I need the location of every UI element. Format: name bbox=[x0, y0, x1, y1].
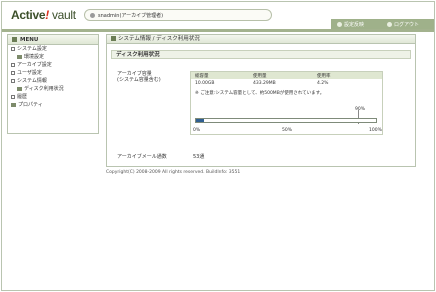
expand-icon[interactable] bbox=[11, 70, 15, 75]
properties-icon bbox=[11, 102, 16, 107]
main-panel: システム情報 / ディスク利用状況 ディスク利用状況 アーカイブ容量 (システム… bbox=[106, 34, 416, 167]
tenant-label: snadmin(アーカイブ管理者) bbox=[98, 13, 164, 19]
logout-icon bbox=[387, 22, 392, 27]
menu-header: MENU bbox=[8, 35, 98, 45]
sidebar-item-history[interactable]: 履歴 bbox=[8, 93, 98, 101]
header-divider bbox=[2, 29, 434, 32]
wrench-icon bbox=[17, 54, 22, 59]
page-icon bbox=[111, 36, 116, 41]
disk-icon bbox=[17, 86, 22, 91]
usage-gauge-fill bbox=[196, 119, 204, 122]
section-title: ディスク利用状況 bbox=[111, 50, 411, 59]
sidebar-item-properties[interactable]: プロパティ bbox=[8, 101, 98, 109]
sidebar-item-disk-usage[interactable]: ディスク利用状況 bbox=[8, 85, 98, 93]
mail-count-label: アーカイブメール通数 bbox=[117, 154, 167, 160]
top-nav: 設定反映 ログアウト bbox=[331, 19, 434, 29]
column-header-total: 総容量 bbox=[195, 74, 209, 79]
expand-icon[interactable] bbox=[11, 94, 15, 99]
user-icon bbox=[90, 13, 95, 18]
app-window: Active! vault snadmin(アーカイブ管理者) 設定反映 ログア… bbox=[1, 1, 435, 291]
gauge-tick-0: 0% bbox=[193, 128, 201, 133]
sidebar-item-archive-settings[interactable]: アーカイブ設定 bbox=[8, 61, 98, 69]
collapse-icon[interactable] bbox=[11, 78, 15, 83]
warning-threshold-label: 90% bbox=[355, 107, 366, 112]
logout-link[interactable]: ログアウト bbox=[387, 21, 419, 28]
menu-icon bbox=[12, 37, 17, 42]
sidebar-item-environment-settings[interactable]: 環境設定 bbox=[8, 53, 98, 61]
expand-icon[interactable] bbox=[11, 62, 15, 67]
column-header-used: 使用量 bbox=[253, 74, 267, 79]
sidebar-item-system-info[interactable]: システム情報 bbox=[8, 77, 98, 85]
refresh-icon bbox=[337, 22, 342, 27]
gauge-tick-100: 100% bbox=[369, 128, 382, 133]
usage-table-row: 10.00GB 433.29MB 4.2% bbox=[191, 81, 382, 88]
system-capacity-note: ※ ご注意:システム容量として、約500MBが使用されています。 bbox=[195, 91, 325, 96]
gauge-tick-50: 50% bbox=[282, 128, 293, 133]
expand-icon[interactable] bbox=[11, 46, 15, 51]
usage-rate-value: 4.2% bbox=[317, 81, 329, 86]
sidebar: MENU システム設定 環境設定 アーカイブ設定 ユーザ設定 システム情報 ディ… bbox=[7, 34, 99, 134]
breadcrumb: システム情報 / ディスク利用状況 bbox=[107, 35, 415, 44]
usage-gauge bbox=[195, 118, 377, 123]
logo: Active! vault bbox=[11, 8, 76, 22]
usage-table-header: 総容量 使用量 使用率 bbox=[191, 72, 382, 79]
mail-count-value: 53通 bbox=[193, 154, 205, 160]
used-capacity-value: 433.29MB bbox=[253, 81, 276, 86]
sidebar-item-user-settings[interactable]: ユーザ設定 bbox=[8, 69, 98, 77]
usage-table: 総容量 使用量 使用率 10.00GB 433.29MB 4.2% ※ ご注意:… bbox=[190, 71, 383, 135]
apply-settings-link[interactable]: 設定反映 bbox=[337, 21, 364, 28]
sidebar-item-system-settings[interactable]: システム設定 bbox=[8, 45, 98, 53]
total-capacity-value: 10.00GB bbox=[195, 81, 215, 86]
copyright: Copyright(C) 2008-2009 All rights reserv… bbox=[106, 170, 241, 175]
column-header-rate: 使用率 bbox=[317, 74, 331, 79]
archive-capacity-label: アーカイブ容量 (システム容量含む) bbox=[117, 71, 161, 83]
header: Active! vault snadmin(アーカイブ管理者) 設定反映 ログア… bbox=[2, 2, 434, 30]
tenant-indicator: snadmin(アーカイブ管理者) bbox=[84, 9, 272, 21]
